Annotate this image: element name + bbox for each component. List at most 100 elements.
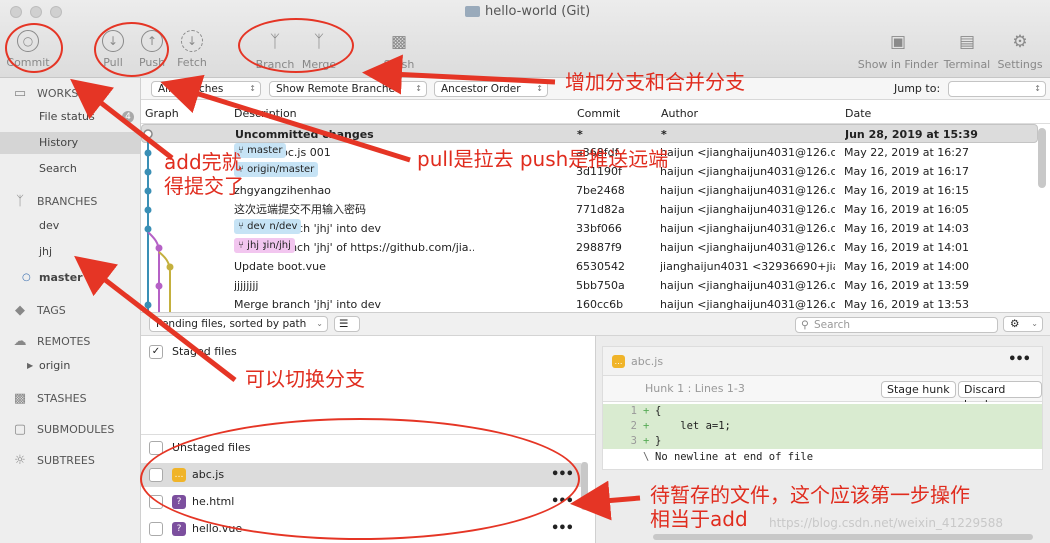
staged-files-header[interactable]: ✓ Staged files — [141, 340, 581, 364]
commit-author: * — [661, 128, 667, 141]
more-options-icon[interactable]: ••• — [551, 517, 574, 541]
sidebar-section-subtrees[interactable]: ☼ SUBTREES — [11, 453, 95, 468]
commit-message: Merge branch 'jhj' into dev — [234, 298, 382, 311]
branch-tag[interactable]: ⑂ origin/master — [234, 162, 319, 177]
diff-horizontal-scrollbar[interactable] — [653, 534, 1033, 540]
disclosure-triangle-icon[interactable]: ▶ — [27, 355, 33, 377]
pending-files-sort-select[interactable]: Pending files, sorted by path ⌄ — [149, 316, 328, 332]
sidebar-section-branches[interactable]: ᛉ BRANCHES — [11, 194, 97, 209]
more-options-icon[interactable]: ••• — [1008, 352, 1031, 367]
staged-all-checkbox[interactable]: ✓ — [149, 345, 163, 359]
history-scrollbar[interactable] — [1038, 128, 1046, 188]
graph-node[interactable] — [155, 244, 163, 252]
commit-date: May 16, 2019 at 13:59 — [844, 279, 969, 292]
commit-author: haijun <jianghaijun4031@126.c... — [660, 298, 835, 311]
commit-date: May 16, 2019 at 14:03 — [844, 222, 969, 235]
graph-line-dev — [147, 231, 160, 312]
sidebar-item-remote-origin[interactable]: ▶ origin — [0, 355, 140, 377]
show-in-finder-button[interactable]: ▣ Show in Finder — [855, 30, 941, 71]
close-window-button[interactable] — [10, 6, 22, 18]
commit-row[interactable]: Update boot.vue 6530542 jianghaijun4031 <3… — [141, 257, 1038, 276]
terminal-button[interactable]: ▤ Terminal — [940, 30, 994, 71]
file-list-scrollbar[interactable] — [581, 462, 588, 510]
fetch-button[interactable]: ↓ Fetch — [165, 30, 219, 69]
commit-author: haijun <jianghaijun4031@126.c... — [660, 184, 835, 197]
graph-node[interactable] — [166, 263, 174, 271]
uncommitted-changes-row[interactable]: Uncommitted changes * * Jun 28, 2019 at 15:… — [141, 124, 1038, 143]
graph-node[interactable] — [144, 301, 152, 309]
stash-button[interactable]: ▩ Stash — [372, 30, 426, 71]
staging-toolbar: Pending files, sorted by path ⌄ ☰ ⚲ Sear… — [141, 312, 1050, 336]
commit-author: haijun <jianghaijun4031@126.c... — [660, 146, 835, 159]
remote-branches-select[interactable]: Show Remote Branches ↕ — [269, 81, 427, 97]
sidebar-section-workspace: ▭ WORKSPACE — [11, 86, 106, 101]
sidebar-section-remotes[interactable]: ☁ REMOTES — [11, 334, 91, 349]
graph-node-uncommitted[interactable] — [143, 129, 153, 139]
column-author[interactable]: Author — [661, 107, 698, 120]
commit-date: May 16, 2019 at 14:00 — [844, 260, 969, 273]
column-commit[interactable]: Commit — [577, 107, 620, 120]
commit-author: haijun <jianghaijun4031@126.c... — [660, 222, 835, 235]
commit-date: May 16, 2019 at 14:01 — [844, 241, 969, 254]
commit-row[interactable]: jjjjjjjj 5bb750a haijun <jianghaijun4031@1… — [141, 276, 1038, 295]
column-graph[interactable]: Graph — [145, 107, 179, 120]
graph-node[interactable] — [144, 187, 152, 195]
column-description[interactable]: Description — [234, 107, 297, 120]
sidebar-item-branch-dev[interactable]: dev — [0, 215, 140, 237]
commit-row[interactable]: zhgyangzihenhao 7be2468 haijun <jianghaiju… — [141, 181, 1038, 200]
tag-icon: ◆ — [15, 303, 25, 318]
commit-description: Merge branch 'jhj' into dev — [234, 295, 474, 312]
chevron-down-icon: ⌄ — [316, 319, 323, 328]
graph-node[interactable] — [155, 282, 163, 290]
sidebar-item-branch-master[interactable]: ○ master — [0, 267, 140, 289]
graph-node[interactable] — [144, 168, 152, 176]
commit-author: haijun <jianghaijun4031@126.c... — [660, 165, 835, 178]
modified-file-icon: … — [612, 355, 625, 368]
stash-icon: ▩ — [13, 391, 27, 406]
commit-row[interactable]: 这次远端提交不用输入密码 771d82a haijun <jianghaijun40… — [141, 200, 1038, 219]
graph-node[interactable] — [144, 225, 152, 233]
column-date[interactable]: Date — [845, 107, 871, 120]
commit-row[interactable]: ⑂ origin/dev⑂ devMerge branch 'jhj' into… — [141, 219, 1038, 238]
annotation-ring-pull-push — [94, 22, 169, 77]
file-checkbox[interactable] — [149, 522, 163, 536]
sidebar-section-tags[interactable]: ◆ TAGS — [11, 303, 66, 318]
sidebar-section-submodules[interactable]: ▢ SUBMODULES — [11, 422, 114, 437]
sidebar-item-branch-jhj[interactable]: jhj — [0, 241, 140, 263]
annotation-ring-unstaged — [140, 418, 580, 540]
commit-hash: 7be2468 — [576, 184, 625, 197]
commit-date: May 16, 2019 at 16:15 — [844, 184, 969, 197]
list-icon: ☰ — [339, 318, 349, 330]
terminal-icon: ▤ — [958, 32, 976, 52]
branch-filter-select[interactable]: All Branches ↕ — [151, 81, 261, 97]
sidebar-item-search[interactable]: Search — [0, 158, 140, 180]
minimize-window-button[interactable] — [30, 6, 42, 18]
commit-row[interactable]: Merge branch 'jhj' into dev 160cc6b haijun… — [141, 295, 1038, 312]
jump-to-select[interactable]: ↕ — [948, 81, 1046, 97]
commit-row[interactable]: ⑂ origin/jhj ⑂ jhj Merge branch 'jhj' of h… — [141, 238, 1038, 257]
graph-node[interactable] — [144, 206, 152, 214]
commit-hash: 160cc6b — [576, 298, 624, 311]
commit-description: ⑂ origin/dev⑂ devMerge branch 'jhj' into… — [234, 219, 474, 238]
discard-hunk-button[interactable]: Discard hunk — [958, 381, 1042, 411]
search-input[interactable]: ⚲ Search — [795, 317, 998, 333]
sidebar-item-file-status[interactable]: File status 4 — [0, 106, 140, 128]
chevron-updown-icon: ↕ — [536, 84, 543, 93]
graph-node[interactable] — [144, 149, 152, 157]
view-options-button[interactable]: ☰ — [334, 316, 360, 332]
sidebar-item-history[interactable]: History — [0, 132, 140, 154]
annotation-add-commit: add完就 得提交了 — [164, 150, 244, 198]
commit-message: jjjjjjjj — [234, 279, 259, 292]
sidebar-section-stashes[interactable]: ▩ STASHES — [11, 391, 87, 406]
gear-menu-button[interactable]: ⚙ ⌄ — [1003, 316, 1043, 332]
chevron-updown-icon: ↕ — [249, 84, 256, 93]
branch-tag[interactable]: ⑂ dev — [234, 219, 270, 234]
search-icon: ⚲ — [801, 319, 809, 331]
branch-icon: ᛉ — [16, 194, 24, 209]
settings-button[interactable]: ⚙ Settings — [993, 30, 1047, 71]
order-select[interactable]: Ancestor Order ↕ — [434, 81, 548, 97]
stage-hunk-button[interactable]: Stage hunk — [881, 381, 956, 398]
zoom-window-button[interactable] — [50, 6, 62, 18]
branch-tag[interactable]: ⑂ jhj — [234, 238, 264, 253]
monitor-icon: ▭ — [13, 86, 27, 101]
